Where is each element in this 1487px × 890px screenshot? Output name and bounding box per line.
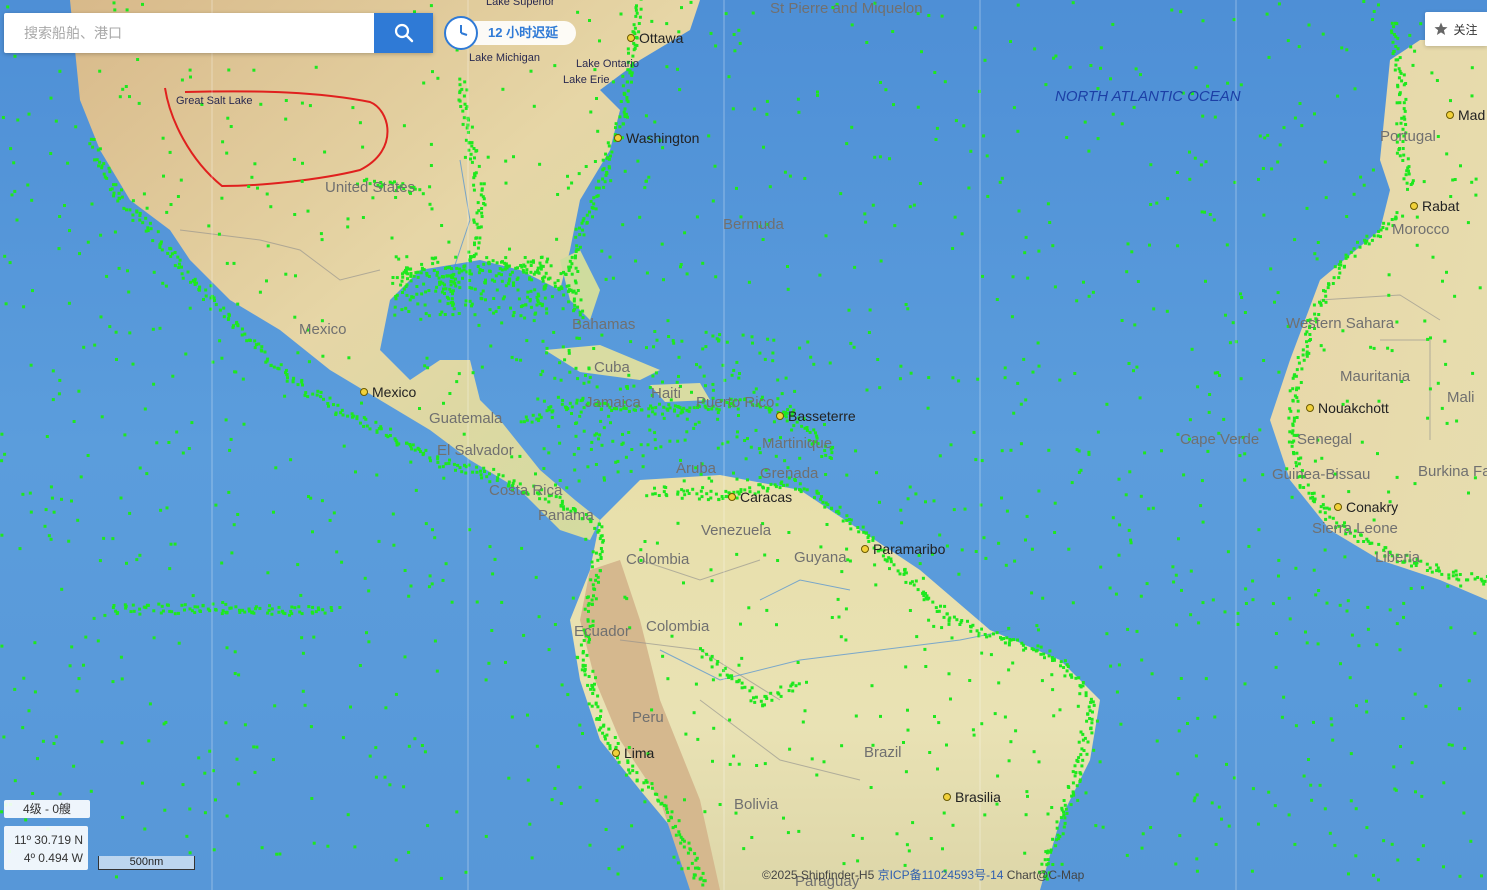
search-input[interactable] — [4, 13, 374, 53]
city-label: Rabat — [1422, 198, 1460, 214]
longitude: 4º 0.494 W — [23, 851, 83, 865]
country-label: Brazil — [864, 744, 902, 761]
map-canvas[interactable]: NORTH ATLANTIC OCEAN Great Salt Lake Lak… — [0, 0, 1487, 890]
country-label: Jamaica — [585, 394, 641, 411]
city-label: Paramaribo — [873, 541, 946, 557]
city-marker — [1334, 503, 1342, 511]
city-marker — [728, 493, 736, 501]
city-label: Nouakchott — [1318, 400, 1389, 416]
country-label: Guatemala — [429, 410, 503, 427]
city-marker — [614, 134, 622, 142]
city-label: Mad — [1458, 107, 1486, 123]
country-label: Ecuador — [574, 623, 630, 640]
search-icon — [394, 23, 413, 43]
country-label: Bolivia — [734, 796, 779, 813]
city-label: Brasilia — [955, 789, 1001, 805]
city-marker — [861, 545, 869, 553]
country-label: Bermuda — [723, 216, 784, 233]
country-label: Western Sahara — [1286, 315, 1395, 332]
country-label: Peru — [632, 709, 664, 726]
country-label: Portugal — [1380, 128, 1436, 145]
lake-label: Lake Superior — [486, 0, 555, 8]
country-label: Costa Rica — [489, 482, 563, 499]
ocean-label: NORTH ATLANTIC OCEAN — [1055, 88, 1241, 105]
country-label: Cape Verde — [1180, 431, 1260, 448]
follow-label: 关注 — [1453, 22, 1478, 37]
country-label: Bahamas — [572, 316, 636, 333]
country-label: Cuba — [594, 359, 630, 376]
city-marker — [1306, 404, 1314, 412]
country-label: Sierra Leone — [1312, 520, 1398, 537]
city-marker — [612, 749, 620, 757]
city-label: Conakry — [1346, 499, 1399, 515]
follow-button[interactable]: 关注 — [1425, 12, 1487, 46]
city-label: Ottawa — [639, 30, 684, 46]
country-label: Guyana — [794, 549, 847, 566]
country-label: Colombia — [646, 618, 710, 635]
city-marker — [776, 412, 784, 420]
country-label: Puerto Rico — [696, 394, 775, 411]
city-label: Washington — [626, 130, 700, 146]
lake-label: Great Salt Lake — [176, 95, 253, 107]
country-label: Martinique — [762, 435, 833, 452]
country-label: Mexico — [299, 321, 347, 338]
country-label: Senegal — [1297, 431, 1353, 448]
star-icon — [1434, 22, 1448, 35]
search-button[interactable] — [374, 13, 433, 53]
city-label: Mexico — [372, 384, 417, 400]
city-marker — [360, 388, 368, 396]
city-label: Caracas — [740, 489, 793, 505]
country-label: Panama — [538, 507, 594, 524]
city-marker — [1446, 111, 1454, 119]
city-label: Lima — [624, 745, 655, 761]
search-bar — [4, 13, 433, 53]
copyright: ©2025 Shipfinder-H5 京ICP备11024593号-14 Ch… — [762, 866, 1084, 883]
country-label: Burkina Fa — [1418, 463, 1487, 480]
city-marker — [627, 34, 635, 42]
icp-link[interactable]: 京ICP备11024593号-14 — [878, 868, 1004, 882]
country-label: Colombia — [626, 551, 690, 568]
clock-icon — [444, 16, 478, 50]
city-marker — [1410, 202, 1418, 210]
lake-label: Lake Ontario — [576, 58, 639, 70]
city-marker — [943, 793, 951, 801]
country-label: Venezuela — [701, 522, 772, 539]
lake-label: Lake Michigan — [469, 52, 540, 64]
country-label: Mauritania — [1340, 368, 1411, 385]
country-label: United States — [325, 179, 416, 196]
zoom-info: 4级 - 0艘 — [4, 800, 90, 818]
country-label: Guinea-Bissau — [1272, 466, 1371, 483]
country-label: St Pierre and Miquelon — [770, 0, 923, 17]
coordinates-readout: 11º 30.719 N 4º 0.494 W — [4, 826, 88, 870]
city-label: Basseterre — [788, 408, 856, 424]
graticule — [211, 0, 1237, 890]
country-label: Haiti — [651, 385, 682, 402]
country-label: Liberia — [1375, 549, 1421, 566]
delay-indicator[interactable]: 12 小时迟延 — [444, 16, 577, 50]
country-label: Aruba — [676, 460, 717, 477]
delay-label: 12 小时迟延 — [464, 21, 577, 45]
country-label: Morocco — [1392, 221, 1450, 238]
lake-label: Lake Erie — [563, 74, 610, 86]
scale-bar: 500nm — [98, 856, 195, 870]
country-label: Grenada — [760, 465, 819, 482]
latitude: 11º 30.719 N — [14, 833, 83, 847]
copyright-text: ©2025 Shipfinder-H5 — [762, 868, 875, 882]
country-label: El Salvador — [437, 442, 514, 459]
chart-credit: Chart@C-Map — [1006, 868, 1085, 882]
country-label: Mali — [1447, 389, 1475, 406]
